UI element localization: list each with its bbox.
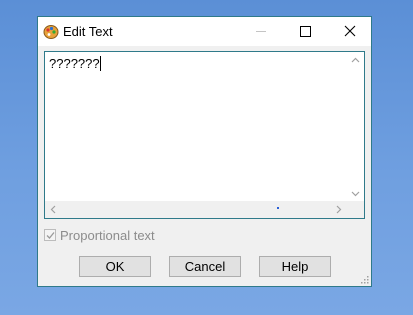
minimize-button[interactable] bbox=[236, 17, 282, 46]
editor-text-value: ??????? bbox=[49, 56, 100, 71]
horizontal-scrollbar[interactable] bbox=[45, 201, 347, 218]
scroll-up-button[interactable] bbox=[347, 52, 364, 69]
text-editor[interactable]: ??????? bbox=[44, 51, 365, 219]
editor-content[interactable]: ??????? bbox=[49, 56, 101, 71]
chevron-right-icon bbox=[336, 205, 342, 214]
proportional-text-label: Proportional text bbox=[60, 228, 155, 243]
vertical-scrollbar[interactable] bbox=[347, 52, 364, 202]
scrollbar-corner bbox=[347, 201, 364, 218]
window-title: Edit Text bbox=[63, 24, 113, 39]
minimize-icon bbox=[256, 31, 266, 32]
close-button[interactable] bbox=[327, 17, 373, 46]
title-bar[interactable]: Edit Text bbox=[38, 17, 371, 46]
chevron-down-icon bbox=[351, 191, 360, 197]
scroll-right-button[interactable] bbox=[330, 201, 347, 218]
help-button[interactable]: Help bbox=[259, 256, 331, 277]
scroll-position-marker bbox=[277, 207, 279, 209]
maximize-icon bbox=[300, 26, 311, 37]
checkmark-icon bbox=[46, 232, 55, 239]
ok-button[interactable]: OK bbox=[79, 256, 151, 277]
chevron-up-icon bbox=[351, 57, 360, 63]
edit-text-dialog: Edit Text ??????? Proportional text OK C… bbox=[37, 16, 372, 287]
text-caret bbox=[99, 56, 101, 71]
scroll-down-button[interactable] bbox=[347, 185, 364, 202]
app-icon bbox=[43, 23, 59, 39]
resize-grip-icon[interactable] bbox=[360, 275, 369, 284]
close-icon bbox=[344, 25, 356, 37]
proportional-text-checkbox[interactable] bbox=[44, 229, 56, 241]
scroll-left-button[interactable] bbox=[45, 201, 62, 218]
chevron-left-icon bbox=[50, 205, 56, 214]
maximize-button[interactable] bbox=[282, 17, 328, 46]
cancel-button[interactable]: Cancel bbox=[169, 256, 241, 277]
